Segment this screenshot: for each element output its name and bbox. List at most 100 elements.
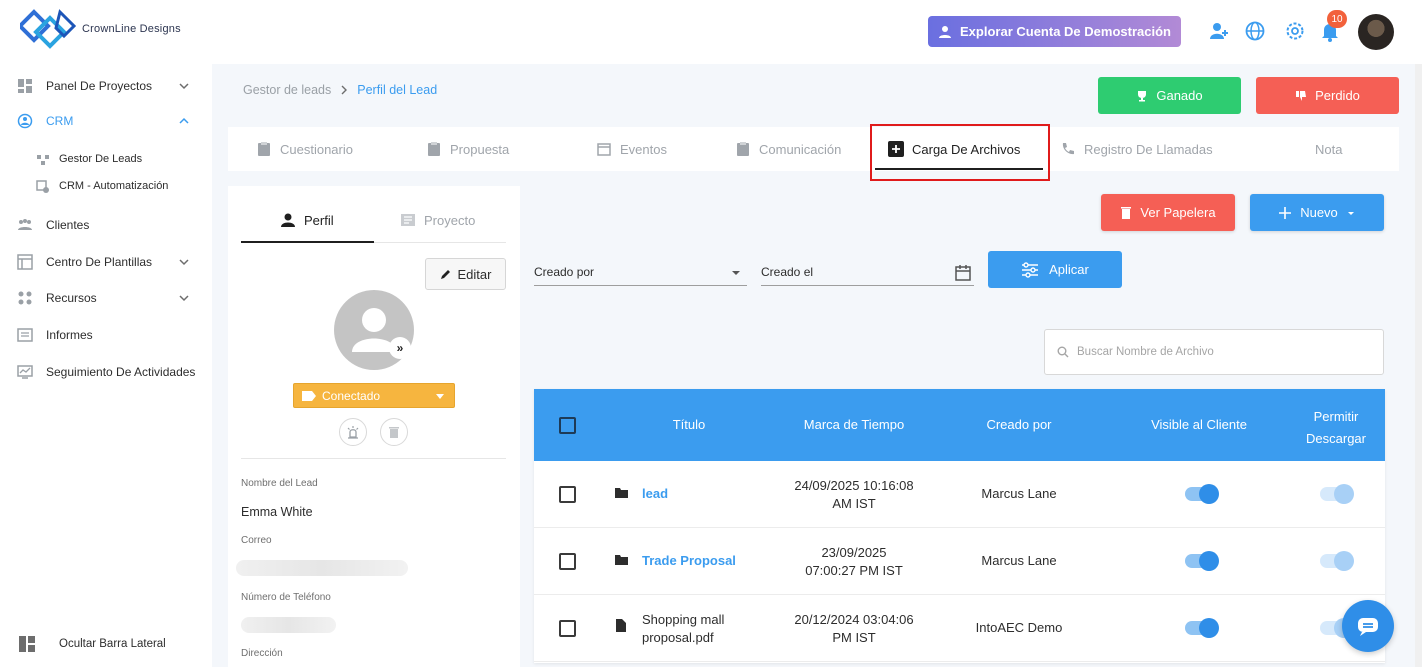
won-label: Ganado (1156, 88, 1203, 103)
globe-icon[interactable] (1244, 20, 1266, 42)
tab-label: Eventos (620, 141, 667, 157)
file-title-link[interactable]: Trade Proposal (642, 552, 736, 570)
trash-icon (1121, 207, 1132, 219)
tab-profile[interactable]: Perfil (280, 200, 334, 240)
tab-label: Perfil (304, 212, 334, 228)
visible-to-client-toggle[interactable] (1185, 618, 1219, 638)
column-created-by[interactable]: Creado por (954, 417, 1084, 432)
phone-redacted (241, 617, 336, 633)
allow-download-toggle[interactable] (1320, 484, 1354, 504)
explore-demo-button[interactable]: Explorar Cuenta De Demostración (928, 16, 1181, 47)
chat-button[interactable] (1342, 600, 1394, 652)
sidebar-item-clients[interactable]: Clientes (0, 209, 212, 241)
row-checkbox[interactable] (559, 620, 576, 637)
sidebar-item-label: Panel De Proyectos (46, 79, 153, 93)
tab-project[interactable]: Proyecto (400, 200, 475, 240)
hide-sidebar-label: Ocultar Barra Lateral (59, 638, 166, 650)
visible-to-client-toggle[interactable] (1185, 484, 1219, 504)
created-by-filter[interactable]: Creado por (534, 258, 747, 286)
table-row[interactable]: lead 24/09/2025 10:16:08 AM IST Marcus L… (534, 461, 1385, 528)
tab-events[interactable]: Eventos (596, 127, 667, 171)
column-title[interactable]: Título (639, 417, 739, 432)
tab-proposal[interactable]: Propuesta (426, 127, 509, 171)
gear-icon[interactable] (1284, 20, 1306, 42)
table-header: Título Marca de Tiempo Creado por Visibl… (534, 389, 1385, 461)
lost-label: Perdido (1315, 88, 1360, 103)
timestamp-cell: 20/12/2024 03:04:06 PM IST (774, 611, 934, 647)
user-avatar[interactable] (1358, 14, 1394, 50)
alarm-button[interactable] (339, 418, 367, 446)
sidebar-item-activity-tracking[interactable]: Seguimiento De Actividades (0, 356, 212, 388)
expand-icon[interactable]: » (389, 337, 411, 359)
column-visible-to-client[interactable]: Visible al Cliente (1129, 417, 1269, 432)
sidebar-subitem-leads-manager[interactable]: Gestor De Leads (0, 148, 212, 172)
trash-icon (389, 427, 399, 438)
delete-lead-button[interactable] (380, 418, 408, 446)
edit-button[interactable]: Editar (425, 258, 506, 290)
tab-call-log[interactable]: Registro De Llamadas (1060, 127, 1213, 171)
row-checkbox[interactable] (559, 486, 576, 503)
add-user-icon[interactable] (1208, 20, 1230, 42)
calendar-icon[interactable] (954, 264, 972, 282)
column-allow-download[interactable]: Permitir Descargar (1296, 406, 1376, 450)
app-logo[interactable]: CrownLine Designs (20, 8, 181, 50)
toggle-knob (1334, 484, 1354, 504)
lead-name-value: Emma White (241, 505, 313, 519)
table-row[interactable]: Shopping mall proposal.pdf 20/12/2024 03… (534, 595, 1385, 662)
calendar-icon (597, 143, 611, 156)
file-title-line: proposal.pdf (642, 630, 714, 645)
sidebar-item-projects-panel[interactable]: Panel De Proyectos (0, 70, 212, 102)
page-scrollbar[interactable] (1415, 64, 1422, 667)
status-dropdown[interactable]: Conectado (293, 383, 455, 408)
sidebar-subitem-crm-automation[interactable]: CRM - Automatización (0, 175, 212, 199)
notification-badge: 10 (1327, 10, 1347, 28)
file-search-input[interactable]: Buscar Nombre de Archivo (1044, 329, 1384, 375)
tab-communication[interactable]: Comunicación (735, 127, 841, 171)
sidebar-item-template-center[interactable]: Centro De Plantillas (0, 246, 212, 278)
sidebar-subitem-label: Gestor De Leads (59, 153, 143, 165)
file-title[interactable]: Shopping mall proposal.pdf (642, 611, 724, 647)
tag-icon (302, 390, 316, 401)
edit-label: Editar (457, 266, 492, 282)
new-button[interactable]: Nuevo (1250, 194, 1384, 231)
won-button[interactable]: Ganado (1098, 77, 1241, 114)
breadcrumb-current: Perfil del Lead (357, 83, 438, 97)
clients-icon (18, 219, 32, 230)
created-on-filter[interactable]: Creado el (761, 258, 974, 286)
sidebar-item-resources[interactable]: Recursos (0, 282, 212, 314)
chevron-up-icon (179, 117, 189, 124)
address-label: Dirección (241, 648, 283, 659)
sidebar-item-label: Centro De Plantillas (46, 255, 153, 269)
timestamp-line: 23/09/2025 (821, 545, 887, 560)
table-row[interactable]: Trade Proposal 23/09/2025 07:00:27 PM IS… (534, 528, 1385, 595)
timestamp-line: 24/09/2025 10:16:08 (794, 478, 914, 493)
timestamp-line: 20/12/2024 03:04:06 (794, 612, 914, 627)
created-by-cell: Marcus Lane (981, 553, 1057, 568)
view-trash-button[interactable]: Ver Papelera (1101, 194, 1235, 231)
breadcrumb-parent[interactable]: Gestor de leads (243, 83, 331, 97)
thumbs-down-icon (1296, 90, 1307, 101)
sidebar-subitem-label: CRM - Automatización (59, 180, 169, 192)
breadcrumb: Gestor de leads Perfil del Lead (243, 83, 437, 97)
visible-to-client-toggle[interactable] (1185, 551, 1219, 571)
sidebar-item-reports[interactable]: Informes (0, 319, 212, 351)
tab-questionnaire[interactable]: Cuestionario (256, 127, 353, 171)
row-checkbox[interactable] (559, 553, 576, 570)
chat-icon (1358, 618, 1378, 636)
lost-button[interactable]: Perdido (1256, 77, 1399, 114)
lead-name-label: Nombre del Lead (241, 478, 318, 489)
hide-sidebar-button[interactable]: Ocultar Barra Lateral (0, 628, 212, 660)
timestamp-cell: 24/09/2025 10:16:08 AM IST (774, 477, 934, 513)
tab-note[interactable]: Nota (1315, 127, 1342, 171)
column-timestamp[interactable]: Marca de Tiempo (784, 417, 924, 432)
alarm-icon (347, 426, 359, 439)
created-by-cell: IntoAEC Demo (975, 620, 1063, 635)
leads-icon (37, 155, 49, 165)
sidebar-item-label: Informes (46, 328, 93, 342)
sidebar-item-crm[interactable]: CRM (0, 105, 212, 137)
allow-download-toggle[interactable] (1320, 551, 1354, 571)
file-title-link[interactable]: lead (642, 485, 668, 503)
email-redacted (236, 560, 408, 576)
apply-filter-button[interactable]: Aplicar (988, 251, 1122, 288)
select-all-checkbox[interactable] (559, 417, 576, 434)
